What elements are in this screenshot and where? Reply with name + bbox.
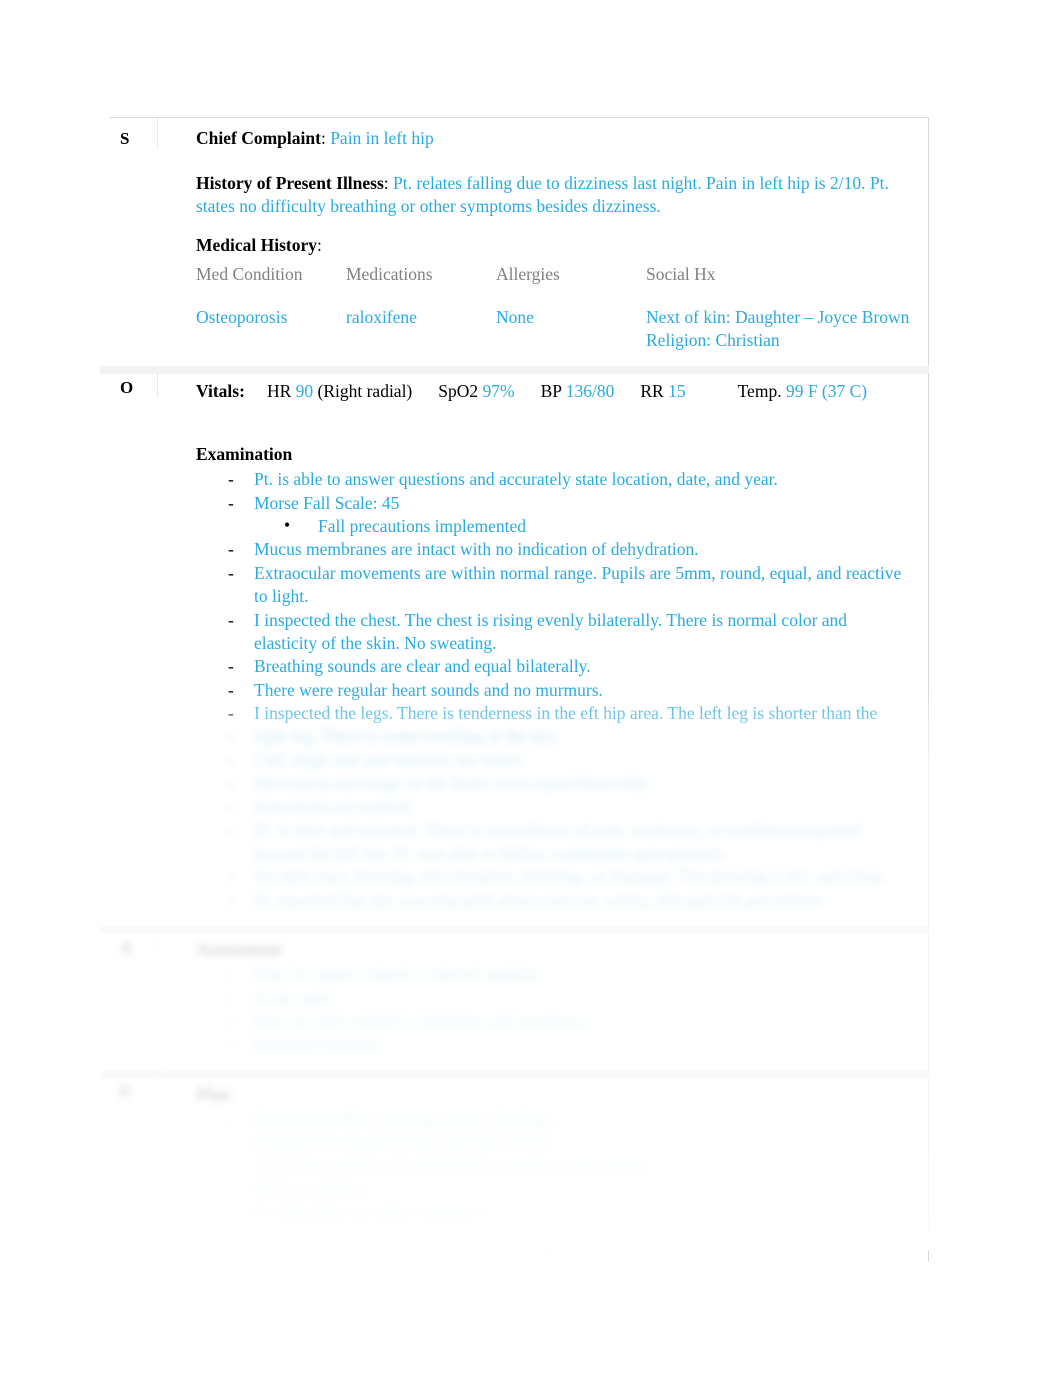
column-header-social-hx: Social Hx xyxy=(646,264,716,285)
vital-spo2: SpO2 97% xyxy=(438,380,514,403)
soap-row-plan: P Plan Reported to RN. Awaiting orders. … xyxy=(100,1070,929,1262)
assessment-heading: Assessment xyxy=(196,939,282,960)
vitals-row: Vitals: HR 90 (Right radial) SpO2 97% BP… xyxy=(196,376,914,403)
vital-temp: Temp. 99 F (37 C) xyxy=(738,380,868,403)
medical-history-title: Medical History: xyxy=(196,234,914,257)
plan-heading: Plan xyxy=(196,1083,231,1104)
assessment-list: Risk for injury related to altered mobil… xyxy=(196,963,914,1057)
list-item: Continue to monitor vitals and pain leve… xyxy=(224,1131,914,1155)
hpi-separator: : xyxy=(383,173,394,194)
plan-list: Reported to RN. Awaiting orders. Pending… xyxy=(196,1108,914,1249)
column-header-medications: Medications xyxy=(346,264,433,285)
list-item: Extraocular movements are within normal … xyxy=(224,562,914,609)
examination-sublist: Fall precautions implemented xyxy=(254,514,914,538)
examination-list: Pt. is able to answer questions and accu… xyxy=(196,468,914,725)
soap-row-subjective: S Chief Complaint: Pain in left hip Hist… xyxy=(110,118,928,366)
social-hx-next-of-kin: Next of kin: Daughter – Joyce Brown xyxy=(646,306,910,327)
vital-spo2-value: 97% xyxy=(482,381,515,402)
list-item: Acute pain. xyxy=(224,987,914,1011)
vital-hr-value: 90 xyxy=(295,381,314,402)
history-of-present-illness: History of Present Illness: Pt. relates … xyxy=(196,172,914,218)
list-item: Movement and range of the limbs were equ… xyxy=(224,772,914,796)
cell-allergies: None xyxy=(496,306,534,327)
soap-note-table: S Chief Complaint: Pain in left hip Hist… xyxy=(100,117,929,1262)
social-hx-religion: Religion: Christian xyxy=(646,329,780,350)
list-item: Mucus membranes are intact with no indic… xyxy=(224,538,914,562)
list-item: Pt. reported that she was educated about… xyxy=(224,889,914,913)
list-item: Pt. is able to answer questions and accu… xyxy=(224,468,914,492)
chief-complaint: Chief Complaint: Pain in left hip xyxy=(196,127,914,150)
medical-history-grid: Med Condition Medications Allergies Soci… xyxy=(196,263,914,352)
vital-rr-value: 15 xyxy=(668,381,686,402)
list-item: Reported to RN. Awaiting orders. Pending… xyxy=(224,1108,914,1132)
vital-hr-key: HR xyxy=(266,381,292,402)
list-item: Breathing sounds are clear and equal bil… xyxy=(224,655,914,679)
subjective-content: Chief Complaint: Pain in left hip Histor… xyxy=(158,118,928,366)
examination-heading: Examination xyxy=(196,444,293,465)
vitals-label: Vitals: xyxy=(196,381,245,402)
list-item: I inspected the chest. The chest is risi… xyxy=(224,609,914,656)
list-item: Pt. is alert and oriented. There is no e… xyxy=(224,819,914,866)
list-item: Sensations are normal. xyxy=(224,795,914,819)
list-item: Fall precautions. xyxy=(224,1178,914,1202)
document-page: S Chief Complaint: Pain in left hip Hist… xyxy=(0,0,1062,1377)
soap-letter-p: P xyxy=(110,1071,158,1103)
list-item: Morse Fall Scale: 45 Fall precautions im… xyxy=(224,492,914,539)
list-item: right leg. There is some swelling at the… xyxy=(224,725,914,749)
list-item: Schedule follow-up with the ordered imag… xyxy=(224,1225,914,1249)
examination-list-obscured: right leg. There is some swelling at the… xyxy=(196,725,914,912)
vital-rr-key: RR xyxy=(640,381,664,402)
list-item: Impaired mobility. xyxy=(224,1033,914,1057)
medical-history-label: Medical History xyxy=(196,235,318,256)
vital-bp-key: BP xyxy=(540,381,562,402)
list-item: Fall precautions implemented xyxy=(284,514,914,538)
column-header-med-condition: Med Condition xyxy=(196,264,303,285)
vital-bp-value: 136/80 xyxy=(565,381,615,402)
vital-hr: HR 90 (Right radial) xyxy=(267,380,412,403)
list-item: There were regular heart sounds and no m… xyxy=(224,679,914,703)
cell-med-condition: Osteoporosis xyxy=(196,306,288,327)
cell-social-hx: Next of kin: Daughter – Joyce Brown Reli… xyxy=(646,306,914,353)
chief-complaint-separator: : xyxy=(320,128,331,148)
vital-bp: BP 136/80 xyxy=(541,380,615,403)
list-item: Pt. education on safety measures. xyxy=(224,1201,914,1225)
objective-content: Vitals: HR 90 (Right radial) SpO2 97% BP… xyxy=(158,367,928,926)
list-item-text: Morse Fall Scale: 45 xyxy=(254,492,400,513)
chief-complaint-label: Chief Complaint xyxy=(196,128,321,148)
list-item: I inspected the legs. There is tendernes… xyxy=(224,702,914,726)
vital-temp-key: Temp. xyxy=(737,381,782,402)
chief-complaint-value: Pain in left hip xyxy=(330,128,434,148)
hpi-label: History of Present Illness xyxy=(196,173,384,194)
plan-content: Plan Reported to RN. Awaiting orders. Pe… xyxy=(158,1072,928,1262)
assessment-content: Assessment Risk for injury related to al… xyxy=(158,927,928,1071)
list-item: Risk for injury related to altered mobil… xyxy=(224,963,914,987)
soap-letter-a: A xyxy=(110,927,158,959)
medical-history-separator: : xyxy=(317,235,322,256)
soap-letter-o: O xyxy=(110,367,158,399)
vital-rr: RR 15 xyxy=(640,380,685,403)
vital-temp-value: 99 F (37 C) xyxy=(785,381,868,402)
vital-spo2-key: SpO2 xyxy=(438,381,479,402)
list-item: Assist the patient with ambulation, tran… xyxy=(224,1155,914,1179)
column-header-allergies: Allergies xyxy=(496,264,560,285)
cell-medications: raloxifene xyxy=(346,306,417,327)
vital-hr-suffix: (Right radial) xyxy=(317,381,413,402)
soap-letter-s: S xyxy=(110,118,158,150)
soap-row-assessment: A Assessment Risk for injury related to … xyxy=(100,926,929,1071)
soap-row-objective: O Vitals: HR 90 (Right radial) SpO2 97% … xyxy=(100,366,929,926)
list-item: Risk for falls related to dizziness and … xyxy=(224,1010,914,1034)
list-item: Calf, thigh and arm muscles are intact. xyxy=(224,749,914,773)
list-item: No skin tears, bruising, discoloration, … xyxy=(224,865,914,889)
